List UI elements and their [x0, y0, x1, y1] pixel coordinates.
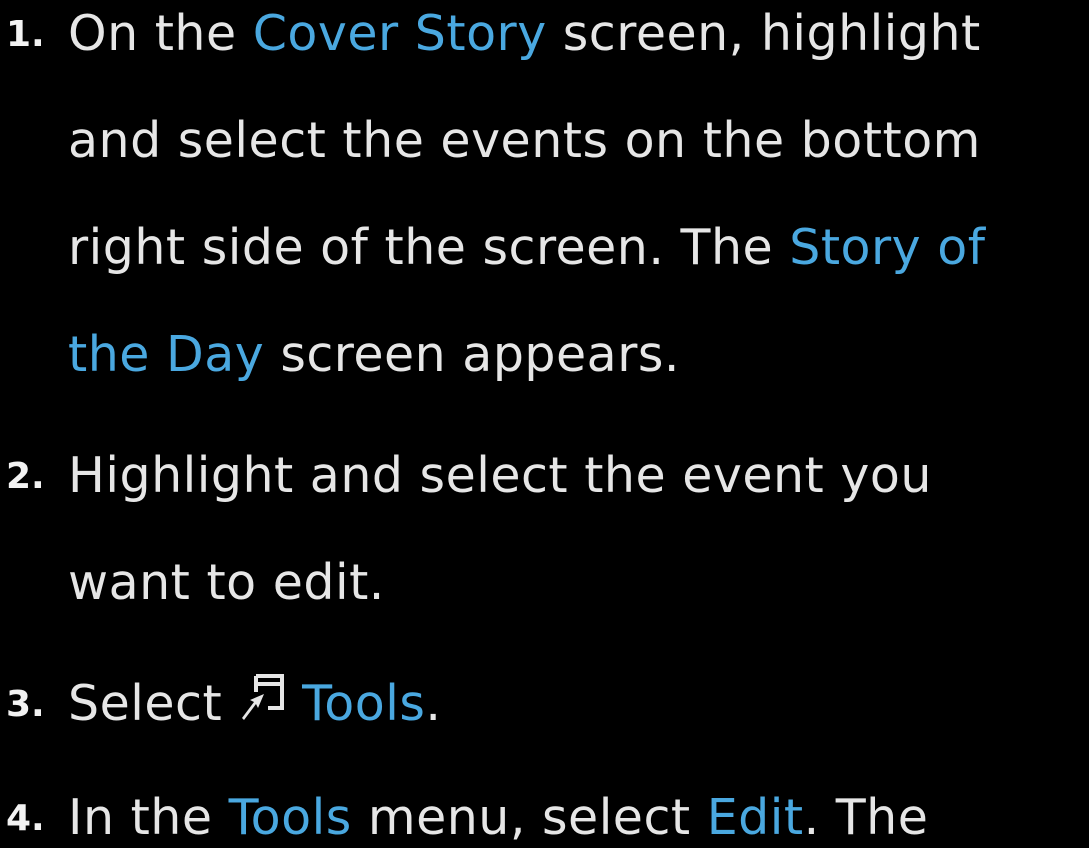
- step-line: and select the events on the bottom: [68, 111, 981, 171]
- step-line: On the Cover Story screen, highlight: [68, 4, 981, 64]
- step-number: 1.: [6, 14, 45, 55]
- step-line: right side of the screen. The Story of: [68, 218, 985, 278]
- step-text: screen appears.: [264, 326, 680, 383]
- step-text: . The: [803, 789, 929, 846]
- step-highlight-text: Story of: [789, 219, 986, 276]
- step-text: want to edit.: [68, 554, 385, 611]
- step-line: Highlight and select the event you: [68, 446, 932, 506]
- step-line: the Day screen appears.: [68, 325, 680, 385]
- step-text: right side of the screen. The: [68, 219, 790, 276]
- step-text: screen, highlight: [546, 5, 981, 62]
- step-line: want to edit.: [68, 553, 385, 613]
- step-number: 2.: [6, 456, 45, 497]
- step-text: and select the events on the bottom: [68, 112, 981, 169]
- step-highlight-text: Tools: [302, 675, 426, 732]
- tools-icon: [228, 672, 288, 734]
- step-text: In the: [68, 789, 229, 846]
- step-text: .: [425, 675, 442, 732]
- step-number: 3.: [6, 684, 45, 725]
- step-text: Highlight and select the event you: [68, 447, 932, 504]
- step-text: On the: [68, 5, 253, 62]
- step-highlight-text: Edit: [706, 789, 804, 846]
- step-highlight-text: the Day: [68, 326, 265, 383]
- step-text: Select: [68, 675, 223, 732]
- step-highlight-text: Tools: [228, 789, 352, 846]
- step-line: Select Tools.: [68, 672, 442, 738]
- step-number: 4.: [6, 798, 45, 839]
- step-highlight-text: Cover Story: [252, 5, 547, 62]
- step-line: In the Tools menu, select Edit. The: [68, 788, 928, 848]
- step-text: menu, select: [351, 789, 707, 846]
